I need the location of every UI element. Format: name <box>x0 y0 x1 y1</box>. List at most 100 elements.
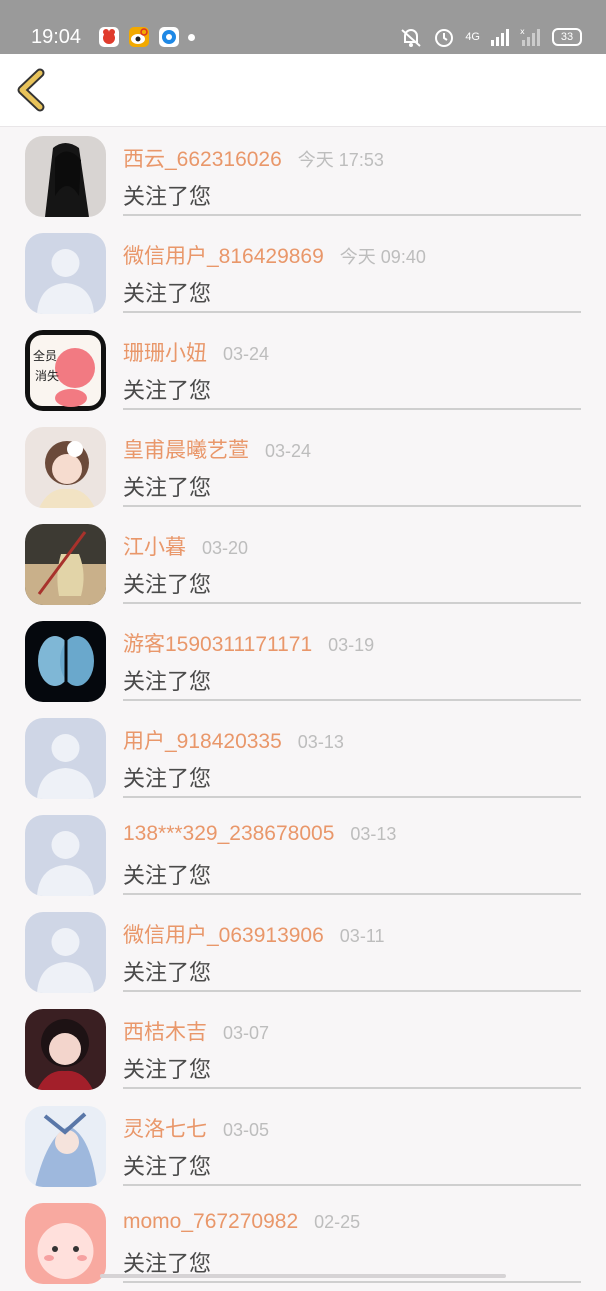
avatar[interactable] <box>25 621 106 702</box>
user-name[interactable]: 用户_918420335 <box>123 730 282 753</box>
follower-list: 西云_662316026 今天 17:53 关注了您 微信用户_816429869 今天… <box>0 127 606 1291</box>
user-name[interactable]: 游客1590311171171 <box>123 633 312 656</box>
divider <box>123 311 581 313</box>
user-name[interactable]: 138***329_238678005 <box>123 822 334 845</box>
avatar[interactable] <box>25 815 106 896</box>
follow-time: 03-19 <box>328 635 375 655</box>
user-name[interactable]: 西桔木吉 <box>123 1021 207 1044</box>
mute-bell-icon <box>401 29 421 47</box>
follow-time: 03-13 <box>297 732 344 752</box>
divider <box>123 1087 581 1089</box>
divider <box>123 699 581 701</box>
user-name[interactable]: 江小暮 <box>123 536 186 559</box>
follow-time: 今天 17:53 <box>297 150 384 170</box>
name-line: 微信用户_816429869 今天 09:40 <box>123 240 426 270</box>
signal-icon <box>491 29 509 46</box>
divider <box>123 602 581 604</box>
user-name[interactable]: 皇甫晨曦艺萱 <box>123 439 249 462</box>
user-name[interactable]: 微信用户_816429869 <box>123 245 324 268</box>
battery-icon: 33 <box>552 28 582 46</box>
avatar[interactable]: 全员 消失 <box>25 330 106 411</box>
avatar[interactable] <box>25 136 106 217</box>
name-line: momo_767270982 02-25 <box>123 1210 360 1234</box>
follow-message: 关注了您 <box>123 573 212 598</box>
follow-time: 03-24 <box>223 344 270 364</box>
user-name[interactable]: momo_767270982 <box>123 1210 298 1233</box>
list-item[interactable]: 皇甫晨曦艺萱 03-24 关注了您 <box>0 418 606 515</box>
status-bar: 19:04 4G x 33 <box>0 0 606 54</box>
list-item[interactable]: 微信用户_063913906 03-11 关注了您 <box>0 903 606 1000</box>
blue-circle-icon <box>159 27 179 47</box>
avatar[interactable] <box>25 718 106 799</box>
list-item[interactable]: 游客1590311171171 03-19 关注了您 <box>0 612 606 709</box>
name-line: 江小暮 03-20 <box>123 531 248 561</box>
alarm-icon <box>435 29 454 47</box>
follow-time: 02-25 <box>314 1212 361 1232</box>
svg-text:x: x <box>520 27 525 36</box>
follow-time: 03-13 <box>350 824 397 844</box>
weibo-icon <box>129 27 149 47</box>
status-time: 19:04 <box>31 26 82 48</box>
follow-message: 关注了您 <box>123 864 212 889</box>
network-type: 4G <box>465 31 480 43</box>
follow-message: 关注了您 <box>123 1155 212 1180</box>
follow-time: 03-20 <box>202 538 249 558</box>
follow-message: 关注了您 <box>123 767 212 792</box>
follow-message: 关注了您 <box>123 185 212 210</box>
user-name[interactable]: 灵洛七七 <box>123 1118 207 1141</box>
follow-time: 03-05 <box>223 1120 270 1140</box>
svg-text:全员: 全员 <box>33 348 57 363</box>
list-item[interactable]: 西云_662316026 今天 17:53 关注了您 <box>0 127 606 224</box>
more-notifications-dot-icon <box>188 34 195 41</box>
follow-time: 03-07 <box>223 1023 270 1043</box>
name-line: 西桔木吉 03-07 <box>123 1016 269 1046</box>
avatar[interactable] <box>25 524 106 605</box>
list-item[interactable]: 西桔木吉 03-07 关注了您 <box>0 1000 606 1097</box>
follow-message: 关注了您 <box>123 379 212 404</box>
header <box>0 54 606 127</box>
name-line: 皇甫晨曦艺萱 03-24 <box>123 434 311 464</box>
follow-message: 关注了您 <box>123 961 212 986</box>
follow-time: 今天 09:40 <box>339 247 426 267</box>
avatar[interactable] <box>25 1203 106 1284</box>
avatar[interactable] <box>25 1106 106 1187</box>
list-item[interactable]: 微信用户_816429869 今天 09:40 关注了您 <box>0 224 606 321</box>
signal-weak-icon: x <box>520 27 540 46</box>
list-item[interactable]: 用户_918420335 03-13 关注了您 <box>0 709 606 806</box>
follow-message: 关注了您 <box>123 670 212 695</box>
follow-message: 关注了您 <box>123 1058 212 1083</box>
name-line: 138***329_238678005 03-13 <box>123 822 396 846</box>
user-name[interactable]: 西云_662316026 <box>123 148 282 171</box>
user-name[interactable]: 微信用户_063913906 <box>123 924 324 947</box>
svg-text:消失: 消失 <box>35 368 59 383</box>
name-line: 微信用户_063913906 03-11 <box>123 919 385 949</box>
list-item[interactable]: 江小暮 03-20 关注了您 <box>0 515 606 612</box>
name-line: 游客1590311171171 03-19 <box>123 628 374 658</box>
name-line: 西云_662316026 今天 17:53 <box>123 143 384 173</box>
divider <box>123 1281 581 1283</box>
divider <box>123 1184 581 1186</box>
back-chevron-icon[interactable] <box>14 68 54 112</box>
scroll-indicator <box>100 1274 506 1278</box>
avatar[interactable] <box>25 233 106 314</box>
follow-time: 03-11 <box>339 926 385 946</box>
follow-time: 03-24 <box>265 441 312 461</box>
list-item[interactable]: 138***329_238678005 03-13 关注了您 <box>0 806 606 903</box>
user-name[interactable]: 珊珊小妞 <box>123 342 207 365</box>
list-item[interactable]: 灵洛七七 03-05 关注了您 <box>0 1097 606 1194</box>
follow-message: 关注了您 <box>123 476 212 501</box>
name-line: 珊珊小妞 03-24 <box>123 337 269 367</box>
name-line: 灵洛七七 03-05 <box>123 1113 269 1143</box>
divider <box>123 893 581 895</box>
name-line: 用户_918420335 03-13 <box>123 725 344 755</box>
divider <box>123 408 581 410</box>
system-icons: 4G x 33 <box>399 26 582 48</box>
divider <box>123 796 581 798</box>
avatar[interactable] <box>25 427 106 508</box>
avatar[interactable] <box>25 1009 106 1090</box>
app-red-icon <box>99 27 119 47</box>
follow-message: 关注了您 <box>123 282 212 307</box>
divider <box>123 990 581 992</box>
avatar[interactable] <box>25 912 106 993</box>
list-item[interactable]: 全员 消失 珊珊小妞 03-24 关注了您 <box>0 321 606 418</box>
